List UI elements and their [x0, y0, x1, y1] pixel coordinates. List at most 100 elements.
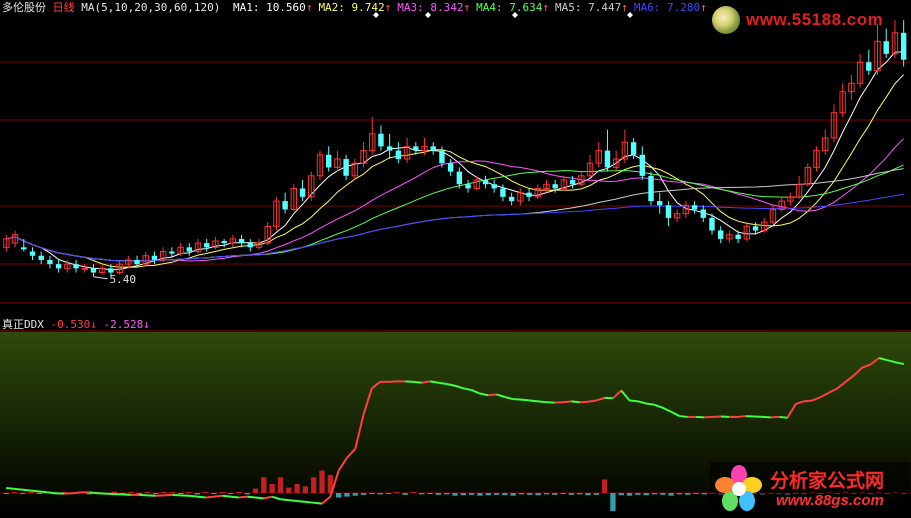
ddx-bar — [435, 493, 442, 495]
ma-value-text: MA2: 9.742 — [318, 1, 385, 14]
ma-value-text: MA5: 7.447 — [555, 1, 622, 14]
ddx-line-segment — [571, 400, 580, 404]
ddx-bar — [502, 493, 508, 496]
ddx-line-segment — [521, 398, 530, 402]
ma2-line — [6, 74, 904, 268]
ddx-bar — [294, 484, 300, 493]
ddx-bar — [236, 492, 242, 493]
candle-body — [569, 180, 576, 185]
candle-body — [151, 255, 158, 260]
ddx-bar — [352, 493, 358, 496]
ma-value-1: MA1: 10.560↑ — [233, 1, 312, 14]
ddx-bar — [635, 493, 641, 495]
candle-body — [73, 264, 79, 269]
ddx-line-segment — [737, 415, 747, 418]
ddx-bar — [252, 488, 259, 493]
ddx-line-segment — [205, 495, 215, 499]
candle-body — [47, 259, 53, 265]
candle-body — [735, 234, 741, 239]
candle-body — [430, 146, 436, 151]
candle-body — [526, 192, 532, 197]
ma-values: MA1: 10.560↑ MA2: 9.742↑ MA3: 8.342↑ MA4: 7… — [233, 1, 713, 14]
ddx-bar — [410, 492, 417, 493]
period-label[interactable]: 日线 — [53, 1, 75, 14]
up-arrow-icon: ↑ — [305, 1, 313, 14]
candle-body — [482, 180, 489, 185]
candle-body — [718, 230, 724, 239]
ddx-bar — [136, 493, 142, 494]
ddx-arrow-2: ↓ — [143, 318, 150, 331]
ma-value-4: MA4: 7.634↑ — [476, 1, 549, 14]
ddx-bar — [518, 493, 525, 495]
candle-body — [299, 188, 306, 197]
ddx-bar — [36, 493, 43, 494]
candle-body — [81, 267, 88, 270]
ddx-bar — [286, 487, 292, 493]
watermark-bottom-title: 分析家公式网 — [770, 470, 885, 492]
ddx-line-segment — [429, 380, 439, 384]
ddx-bar — [427, 493, 433, 494]
ddx-line-segment — [646, 402, 655, 406]
ddx-line-segment — [280, 498, 289, 502]
ddx-bar — [20, 493, 26, 494]
up-arrow-icon: ↑ — [384, 1, 392, 14]
ddx-bar — [701, 493, 708, 495]
ma-spec: MA(5,10,20,30,60,120) — [81, 1, 221, 14]
ddx-bar — [128, 492, 134, 493]
candle-body — [204, 243, 210, 248]
ddx-bar — [402, 493, 408, 495]
ddx-bar — [643, 493, 649, 496]
ddx-bar — [385, 493, 392, 494]
ddx-bar — [535, 493, 541, 496]
ddx-bar — [452, 493, 458, 496]
ma1-line — [6, 51, 904, 271]
ddx-line-segment — [529, 399, 539, 403]
ddx-bar — [493, 493, 500, 495]
logo-circle-icon — [712, 6, 740, 34]
ddx-bar — [552, 493, 558, 495]
ddx-arrow-1: ↓ — [90, 318, 97, 331]
ddx-line-segment — [413, 380, 422, 384]
ddx-bar — [577, 493, 583, 495]
watermark-bottom-url: www.88gs.com — [776, 492, 884, 509]
ddx-bar — [344, 493, 350, 497]
ma-value-text: MA1: 10.560 — [232, 1, 306, 14]
ddx-bar — [28, 492, 34, 493]
ddx-bar — [161, 492, 167, 493]
ddx-panel-header: 真正DDX -0.530↓ -2.528↓ — [2, 318, 150, 332]
up-arrow-icon: ↑ — [621, 1, 628, 14]
ddx-bar — [668, 493, 674, 496]
ddx-bar — [202, 492, 209, 493]
ddx-line-segment — [296, 500, 306, 503]
ddx-line-segment — [39, 490, 48, 494]
stock-name: 多伦股份 — [2, 1, 46, 14]
ddx-bar — [676, 493, 683, 495]
ddx-line-segment — [30, 489, 40, 493]
ddx-value-2: -2.528 — [103, 318, 144, 331]
ddx-bar — [685, 493, 691, 495]
candle-body — [247, 243, 253, 248]
candle-body — [552, 184, 558, 189]
candle-body — [55, 264, 62, 269]
ddx-bar — [560, 493, 566, 494]
ddx-bar — [219, 492, 225, 493]
ddx-bar — [277, 477, 284, 493]
candle-body — [439, 150, 445, 164]
ddx-bar — [660, 493, 666, 495]
low-marker-line — [93, 276, 108, 280]
ddx-bar — [302, 486, 309, 493]
price-panel-header: 多伦股份 日线 MA(5,10,20,30,60,120) MA1: 10.56… — [2, 1, 713, 15]
candle-body — [630, 142, 637, 155]
ddx-line-segment — [6, 487, 15, 490]
ddx-line-segment — [255, 496, 264, 500]
candle-body — [186, 247, 192, 252]
ddx-bar — [419, 493, 425, 495]
ddx-bar — [178, 493, 184, 494]
candle-body — [500, 188, 506, 197]
ddx-line-segment — [421, 380, 431, 384]
ma-value-text: MA6: 7.280 — [633, 1, 701, 14]
ddx-line-segment — [222, 494, 231, 498]
chart-canvas[interactable]: 5.40 — [0, 0, 911, 518]
candle-body — [134, 259, 140, 265]
ma-value-5: MA5: 7.447↑ — [555, 1, 628, 14]
